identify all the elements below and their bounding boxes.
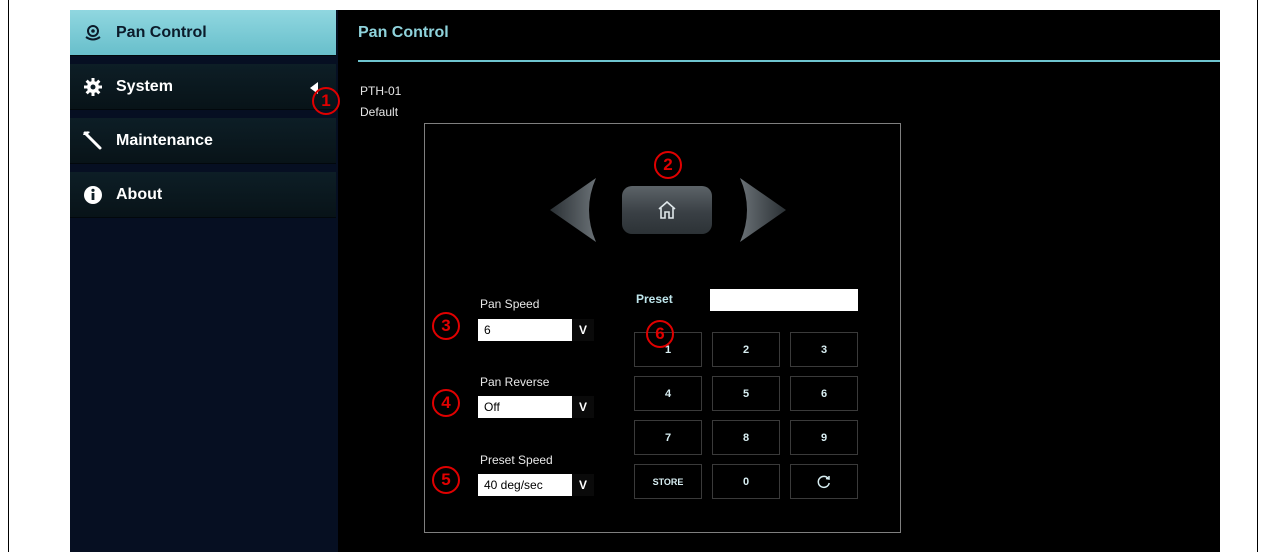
callout-6: 6	[646, 320, 674, 348]
refresh-icon	[817, 475, 830, 488]
callout-3: 3	[432, 312, 460, 340]
preset-key-0[interactable]: 0	[712, 464, 780, 499]
callout-4: 4	[432, 389, 460, 417]
sidebar-item-label: Pan Control	[116, 23, 207, 41]
sidebar-item-system[interactable]: System	[70, 64, 336, 110]
pan-right-arrow-icon[interactable]	[736, 176, 788, 244]
preset-key-8[interactable]: 8	[712, 420, 780, 455]
page-title: Pan Control	[358, 24, 449, 41]
sidebar-item-label: System	[116, 77, 173, 95]
sidebar-item-pan-control[interactable]: Pan Control	[70, 10, 336, 56]
home-icon	[658, 200, 676, 219]
preset-key-7[interactable]: 7	[634, 420, 702, 455]
sidebar: Pan Control System Maintenance About	[70, 10, 338, 552]
header-divider	[358, 60, 1220, 62]
preset-speed-select[interactable]: 40 deg/sec V	[478, 474, 594, 496]
preset-key-6[interactable]: 6	[790, 376, 858, 411]
camera-pan-icon	[82, 22, 104, 44]
wrench-icon	[82, 130, 104, 152]
sidebar-item-label: Maintenance	[116, 131, 213, 149]
preset-key-9[interactable]: 9	[790, 420, 858, 455]
callout-5: 5	[432, 466, 460, 494]
callout-1: 1	[312, 87, 340, 115]
home-button[interactable]	[622, 186, 712, 234]
preset-key-2[interactable]: 2	[712, 332, 780, 367]
device-model: PTH-01	[360, 84, 402, 98]
preset-name-input[interactable]	[710, 289, 858, 311]
preset-key-3[interactable]: 3	[790, 332, 858, 367]
chevron-down-icon: V	[572, 396, 594, 418]
pan-reverse-label: Pan Reverse	[480, 375, 550, 389]
pan-reverse-select[interactable]: Off V	[478, 396, 594, 418]
preset-store-button[interactable]: STORE	[634, 464, 702, 499]
pan-left-arrow-icon[interactable]	[548, 176, 600, 244]
chevron-down-icon: V	[572, 474, 594, 496]
preset-refresh-button[interactable]	[790, 464, 858, 499]
callout-2: 2	[654, 151, 682, 179]
preset-speed-label: Preset Speed	[480, 453, 553, 467]
app-window: Pan Control System Maintenance About Pan…	[70, 10, 1220, 552]
chevron-down-icon: V	[572, 319, 594, 341]
preset-speed-value: 40 deg/sec	[484, 478, 543, 492]
preset-key-5[interactable]: 5	[712, 376, 780, 411]
pan-reverse-value: Off	[484, 400, 500, 414]
pan-speed-label: Pan Speed	[480, 297, 540, 311]
info-icon	[82, 184, 104, 206]
sidebar-item-label: About	[116, 185, 163, 203]
sidebar-item-maintenance[interactable]: Maintenance	[70, 118, 336, 164]
pan-speed-select[interactable]: 6 V	[478, 319, 594, 341]
device-profile: Default	[360, 105, 399, 119]
pan-speed-value: 6	[484, 323, 491, 337]
preset-key-4[interactable]: 4	[634, 376, 702, 411]
gear-icon	[82, 76, 104, 98]
sidebar-item-about[interactable]: About	[70, 172, 336, 218]
preset-label: Preset	[636, 292, 673, 306]
